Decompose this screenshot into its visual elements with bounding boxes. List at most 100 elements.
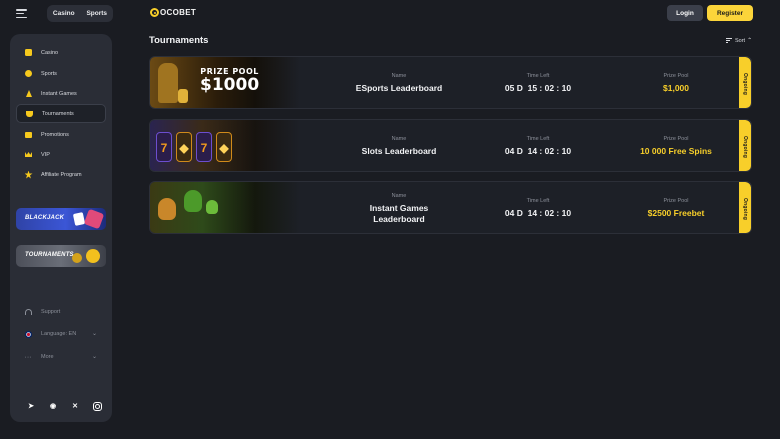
- sports-icon: [24, 69, 33, 78]
- trophy-icon: [86, 249, 100, 263]
- menu-icon[interactable]: [16, 9, 27, 18]
- switch-sports[interactable]: Sports: [86, 10, 107, 17]
- login-button[interactable]: Login: [667, 5, 703, 21]
- sidebar-item-label: Promotions: [41, 131, 69, 138]
- language-label: Language: EN: [41, 331, 77, 337]
- more-menu[interactable]: ··· More ⌄: [24, 350, 106, 364]
- time-left-value: 04 D 14 : 02 : 10: [504, 146, 572, 157]
- casino-sports-switch[interactable]: Casino Sports: [47, 5, 113, 22]
- time-left-label: Time Left: [526, 73, 550, 80]
- status-label: Ongoing: [742, 135, 749, 158]
- time-left-col: Time Left 04 D 14 : 02 : 10: [464, 120, 612, 171]
- prize-pool-label: Prize Pool: [663, 73, 689, 80]
- top-bar: Casino Sports OCOBET Login Register: [0, 0, 780, 28]
- status-badge: Ongoing: [739, 120, 751, 171]
- sidebar-item-sports[interactable]: Sports: [16, 64, 106, 83]
- sidebar-item-label: Instant Games: [41, 90, 77, 97]
- prize-pool-value: $1,000: [663, 83, 689, 94]
- more-label: More: [41, 354, 54, 360]
- tournament-card[interactable]: Name Instant Games Leaderboard Time Left…: [149, 181, 752, 234]
- time-left-label: Time Left: [526, 198, 550, 205]
- character-figure: [206, 200, 218, 214]
- casino-icon: [24, 48, 33, 57]
- sidebar-item-label: Sports: [41, 70, 57, 77]
- coin-icon: [72, 253, 82, 263]
- tournament-name-col: Name ESports Leaderboard: [324, 57, 474, 108]
- status-badge: Ongoing: [739, 57, 751, 108]
- prize-pool-col: Prize Pool 10 000 Free Spins: [602, 120, 750, 171]
- playing-card-icon: [72, 212, 86, 226]
- tournament-thumbnail: 7 ◆ 7 ◆: [150, 120, 300, 171]
- crown-icon: [24, 150, 33, 159]
- switch-casino[interactable]: Casino: [53, 10, 75, 17]
- slot-reel: ◆: [176, 132, 192, 162]
- ellipsis-icon: ···: [24, 353, 32, 361]
- playing-card-icon: [83, 208, 105, 230]
- social-links: ➤ ◉ ✕: [24, 399, 104, 413]
- prize-banner-amount: $1000: [200, 75, 260, 95]
- sidebar-item-instant-games[interactable]: Instant Games: [16, 84, 106, 103]
- character-figure: [158, 198, 176, 220]
- tournament-card[interactable]: 7 ◆ 7 ◆ Name Slots Leaderboard Time Left…: [149, 119, 752, 172]
- status-badge: Ongoing: [739, 182, 751, 233]
- sidebar-item-label: Tournaments: [42, 110, 74, 117]
- support-label: Support: [41, 309, 61, 315]
- time-left-value: 04 D 14 : 02 : 10: [504, 208, 572, 219]
- status-label: Ongoing: [742, 72, 749, 95]
- flag-icon: [24, 330, 32, 338]
- time-left-label: Time Left: [526, 136, 550, 143]
- sidebar-item-tournaments[interactable]: Tournaments: [16, 104, 106, 123]
- tournament-name: ESports Leaderboard: [355, 83, 443, 94]
- prize-pool-label: Prize Pool: [663, 136, 689, 143]
- promo-banner-blackjack[interactable]: BLACKJACK: [16, 208, 106, 230]
- logo-text: OCOBET: [160, 8, 197, 17]
- trophy-icon: [25, 109, 34, 118]
- logo[interactable]: OCOBET: [150, 8, 196, 17]
- sidebar-item-label: Affiliate Program: [41, 171, 82, 178]
- sidebar: Casino Sports Instant Games Tournaments …: [10, 34, 112, 422]
- sidebar-item-affiliate[interactable]: Affiliate Program: [16, 165, 106, 184]
- instant-games-icon: [24, 89, 33, 98]
- prize-pool-label: Prize Pool: [663, 198, 689, 205]
- headset-icon: [24, 308, 32, 316]
- sort-button[interactable]: Sort ⌃: [726, 37, 752, 44]
- tournament-card[interactable]: PRIZE POOL $1000 Name ESports Leaderboar…: [149, 56, 752, 109]
- register-button[interactable]: Register: [707, 5, 753, 21]
- discord-icon[interactable]: ◉: [46, 399, 60, 413]
- chevron-down-icon: ⌄: [91, 331, 97, 337]
- sidebar-item-casino[interactable]: Casino: [16, 43, 106, 62]
- page-title: Tournaments: [149, 35, 209, 46]
- tournament-name: Slots Leaderboard: [361, 146, 437, 157]
- sidebar-item-vip[interactable]: VIP: [16, 145, 106, 164]
- character-figure: [184, 190, 202, 212]
- trophy-icon: [178, 89, 188, 103]
- prize-banner: PRIZE POOL $1000: [200, 67, 259, 95]
- gift-icon: [24, 130, 33, 139]
- sort-icon: [726, 38, 732, 43]
- sort-label: Sort: [735, 37, 746, 44]
- star-icon: [24, 170, 33, 179]
- character-figure: [158, 63, 178, 103]
- slot-reel: ◆: [216, 132, 232, 162]
- time-left-value: 05 D 15 : 02 : 10: [504, 83, 572, 94]
- name-label: Name: [391, 136, 407, 143]
- tournament-name: Instant Games Leaderboard: [369, 202, 429, 224]
- support-link[interactable]: Support: [24, 305, 106, 319]
- instagram-icon[interactable]: [90, 399, 104, 413]
- chevron-down-icon: ⌄: [91, 354, 97, 360]
- status-label: Ongoing: [742, 197, 749, 220]
- sidebar-item-label: VIP: [41, 151, 50, 158]
- promo-banner-tournaments[interactable]: TOURNAMENTS: [16, 245, 106, 267]
- x-icon[interactable]: ✕: [68, 399, 82, 413]
- language-select[interactable]: Language: EN ⌄: [24, 327, 106, 341]
- prize-pool-col: Prize Pool $1,000: [602, 57, 750, 108]
- tournament-name-col: Name Instant Games Leaderboard: [324, 182, 474, 233]
- tournament-thumbnail: [150, 182, 300, 233]
- sidebar-item-label: Casino: [41, 49, 59, 56]
- time-left-col: Time Left 05 D 15 : 02 : 10: [464, 57, 612, 108]
- time-left-col: Time Left 04 D 14 : 02 : 10: [464, 182, 612, 233]
- prize-pool-value: $2500 Freebet: [647, 208, 705, 219]
- sidebar-item-promotions[interactable]: Promotions: [16, 125, 106, 144]
- telegram-icon[interactable]: ➤: [24, 399, 38, 413]
- slot-reel: 7: [156, 132, 172, 162]
